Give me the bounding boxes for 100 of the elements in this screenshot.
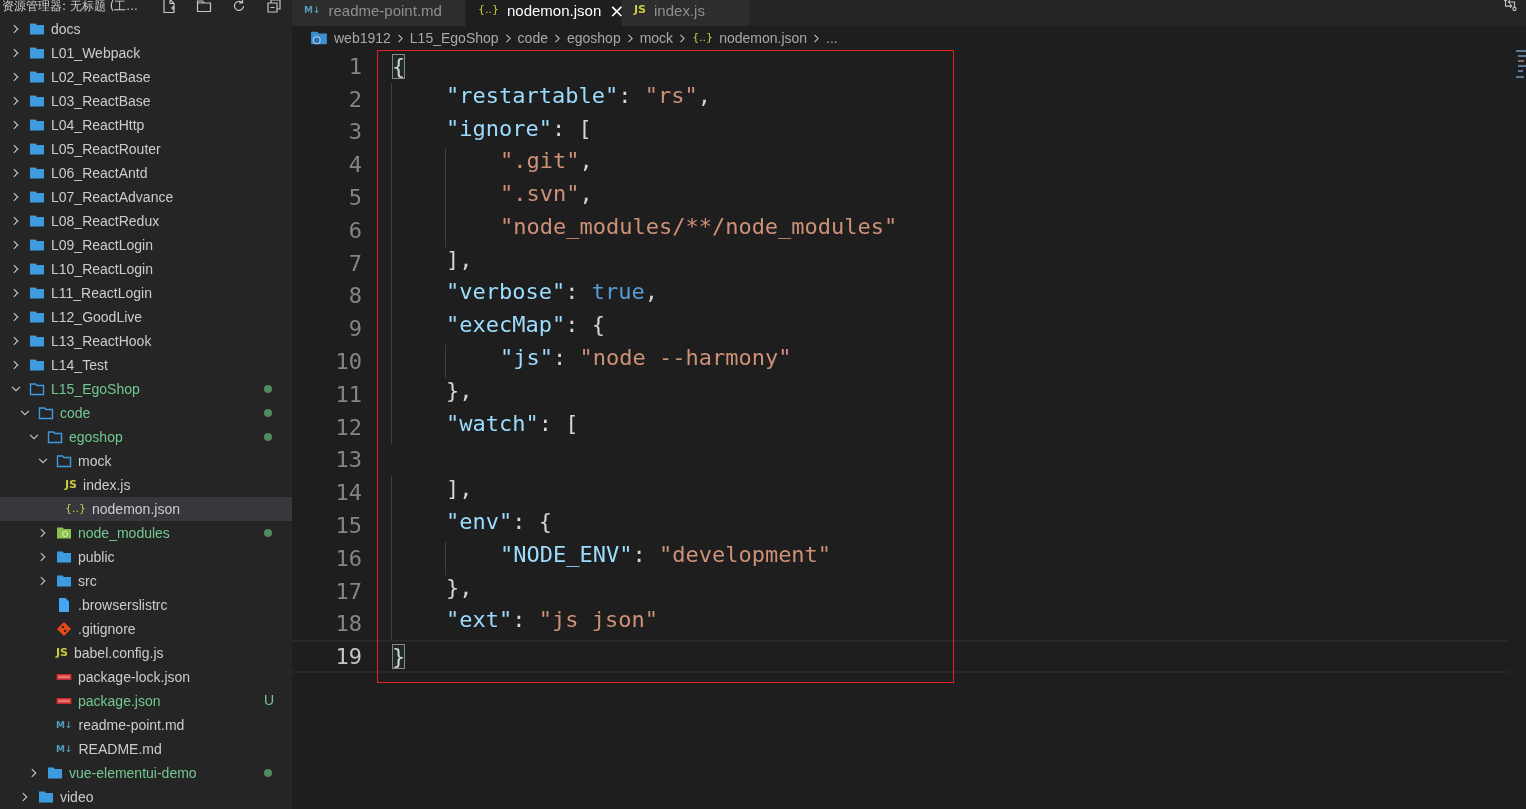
tree-item[interactable]: code (0, 401, 292, 425)
new-folder-icon[interactable] (196, 0, 212, 14)
folder-icon (29, 261, 45, 277)
tree-item[interactable]: L11_ReactLogin (0, 281, 292, 305)
tree-item[interactable]: {..} nodemon.json (0, 497, 292, 521)
js-file-icon: JS (634, 3, 646, 17)
tree-item[interactable]: L04_ReactHttp (0, 113, 292, 137)
compare-icon[interactable] (1502, 0, 1518, 12)
breadcrumb-item[interactable]: L15_EgoShop (409, 30, 499, 46)
editor-tab[interactable]: M↓ readme-point.md (292, 0, 466, 26)
line-number: 18 (334, 611, 362, 637)
collapse-icon[interactable] (266, 0, 282, 14)
tree-item[interactable]: .browserslistrc (0, 593, 292, 617)
tree-item[interactable]: L13_ReactHook (0, 329, 292, 353)
tree-item[interactable]: src (0, 569, 292, 593)
code-token: ], (446, 246, 473, 274)
md-file-icon: M↓ (56, 718, 73, 732)
tree-item[interactable]: JS babel.config.js (0, 641, 292, 665)
tree-item[interactable]: docs (0, 17, 292, 41)
code-token: : (632, 541, 647, 569)
folder-icon (47, 765, 63, 781)
tree-item[interactable]: L07_ReactAdvance (0, 185, 292, 209)
tree-item[interactable]: M↓ README.md (0, 737, 292, 761)
tree-item[interactable]: egoshop (0, 425, 292, 449)
file-name: L03_ReactBase (51, 93, 151, 109)
line-number: 1 (347, 53, 362, 79)
folder-icon (56, 525, 72, 541)
folder-icon (38, 405, 54, 421)
file-name: .gitignore (78, 621, 136, 637)
code-token: ], (446, 476, 473, 504)
line-number: 19 (334, 644, 362, 670)
tree-item[interactable]: mock (0, 449, 292, 473)
code-token: } (392, 644, 406, 670)
folder-icon (310, 29, 328, 47)
editor-tab[interactable]: JS index.js (622, 0, 750, 26)
line-number: 14 (334, 480, 362, 506)
tree-item[interactable]: JS index.js (0, 473, 292, 497)
breadcrumb-item[interactable]: mock (639, 30, 674, 46)
tree-item[interactable]: L12_GoodLive (0, 305, 292, 329)
line-number: 16 (334, 545, 362, 571)
code-token: , (644, 279, 658, 307)
breadcrumb-item[interactable]: code (517, 30, 548, 46)
new-file-icon[interactable] (161, 0, 177, 14)
file-name: index.js (83, 477, 131, 493)
breadcrumb-item[interactable]: nodemon.json (719, 30, 808, 46)
tree-item[interactable]: L01_Webpack (0, 41, 292, 65)
tree-item[interactable]: package-lock.json (0, 665, 292, 689)
folder-icon (29, 189, 45, 205)
tree-item[interactable]: L06_ReactAntd (0, 161, 292, 185)
tree-item[interactable]: package.json U (0, 689, 292, 713)
diamond-icon (56, 621, 72, 637)
code-token: : { (565, 312, 605, 340)
file-icon (56, 597, 72, 613)
tree-item[interactable]: node_modules (0, 521, 292, 545)
tree-item[interactable]: L02_ReactBase (0, 65, 292, 89)
code-token: "js json" (538, 607, 658, 635)
line-number: 15 (334, 513, 362, 539)
file-name: L10_ReactLogin (51, 261, 153, 277)
breadcrumb-item[interactable]: egoshop (566, 30, 621, 46)
code-token: ".svn" (499, 181, 580, 209)
tree-item[interactable]: L15_EgoShop (0, 377, 292, 401)
tree-item[interactable]: M↓ readme-point.md (0, 713, 292, 737)
json-file-icon: {..} (478, 3, 499, 17)
breadcrumb-item[interactable]: web1912 (334, 30, 391, 46)
line-number: 4 (347, 152, 362, 178)
json-file-icon: {..} (65, 502, 86, 516)
tree-item[interactable]: video (0, 785, 292, 809)
breadcrumb-item[interactable]: ... (826, 30, 838, 46)
code-token: : { (512, 509, 552, 537)
tree-item[interactable]: L08_ReactRedux (0, 209, 292, 233)
refresh-icon[interactable] (231, 0, 247, 14)
tree-item[interactable]: .gitignore (0, 617, 292, 641)
file-name: .browserslistrc (78, 597, 168, 613)
code-token: , (697, 82, 711, 110)
code-token: "rs" (644, 82, 698, 110)
file-name: L07_ReactAdvance (51, 189, 174, 205)
code-token: "node --harmony" (579, 345, 792, 373)
status-letter: U (264, 692, 275, 708)
tree-item[interactable]: L05_ReactRouter (0, 137, 292, 161)
file-name: L06_ReactAntd (51, 165, 148, 181)
code-token: "ignore" (446, 115, 552, 143)
line-number: 2 (347, 86, 362, 112)
folder-icon (29, 309, 45, 325)
file-name: public (78, 549, 115, 565)
folder-icon (29, 213, 45, 229)
file-name: vue-elementui-demo (69, 765, 197, 781)
editor-tab[interactable]: {..} nodemon.json × (466, 0, 622, 26)
file-name: L09_ReactLogin (51, 237, 153, 253)
code-token: "execMap" (446, 312, 566, 340)
folder-icon (56, 453, 72, 469)
folder-icon (29, 237, 45, 253)
tree-item[interactable]: public (0, 545, 292, 569)
tree-item[interactable]: L09_ReactLogin (0, 233, 292, 257)
close-button[interactable]: × (609, 0, 625, 21)
tree-item[interactable]: vue-elementui-demo (0, 761, 292, 785)
tree-item[interactable]: L14_Test (0, 353, 292, 377)
tree-item[interactable]: L10_ReactLogin (0, 257, 292, 281)
code-token: "restartable" (446, 82, 619, 110)
tree-item[interactable]: L03_ReactBase (0, 89, 292, 113)
folder-icon (29, 93, 45, 109)
